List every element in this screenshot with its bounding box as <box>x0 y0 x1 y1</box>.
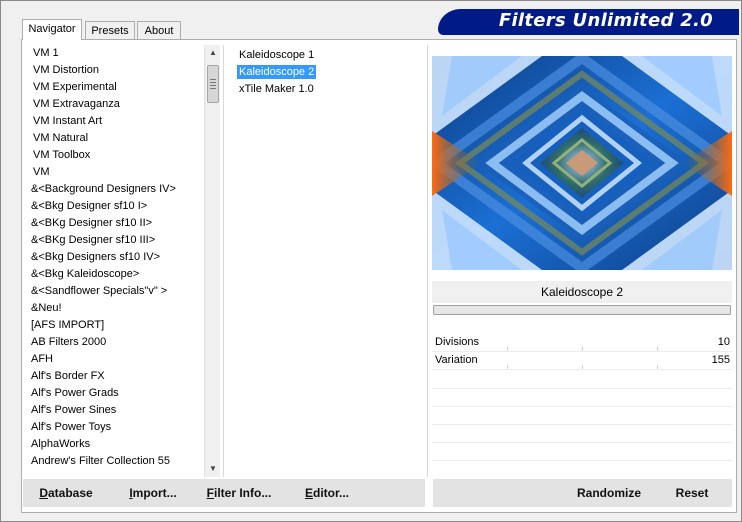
category-item[interactable]: VM Experimental <box>28 79 204 96</box>
slider-tick <box>657 365 658 369</box>
slider-tick <box>507 347 508 351</box>
category-item[interactable]: Alf's Power Grads <box>28 385 204 402</box>
grip-line <box>210 88 216 89</box>
category-item[interactable]: &Neu! <box>28 300 204 317</box>
category-item[interactable]: &<Background Designers IV> <box>28 181 204 198</box>
category-item[interactable]: [AFS IMPORT] <box>28 317 204 334</box>
category-item[interactable]: VM <box>28 164 204 181</box>
accelerator-key: D <box>39 486 48 500</box>
category-item[interactable]: VM 1 <box>28 45 204 62</box>
column-divider <box>427 45 428 477</box>
category-item[interactable]: VM Instant Art <box>28 113 204 130</box>
category-list[interactable]: VM 1 VM Distortion VM Experimental VM Extra… <box>28 45 204 477</box>
category-item[interactable]: VM Toolbox <box>28 147 204 164</box>
empty-param-row <box>432 406 732 407</box>
category-item[interactable]: VM Distortion <box>28 62 204 79</box>
button-label: mport... <box>132 486 177 500</box>
param-value[interactable]: 155 <box>712 354 730 366</box>
slider-tick <box>507 365 508 369</box>
slider-tick <box>582 365 583 369</box>
category-item[interactable]: &<Bkg Designers sf10 IV> <box>28 249 204 266</box>
empty-param-row <box>432 424 732 425</box>
category-item[interactable]: AlphaWorks <box>28 436 204 453</box>
tab-presets[interactable]: Presets <box>85 21 135 40</box>
filter-item-label: Kaleidoscope 1 <box>239 49 315 61</box>
category-item[interactable]: VM Extravaganza <box>28 96 204 113</box>
category-item[interactable]: Andrew's Filter Collection 55 <box>28 453 204 470</box>
category-scrollbar[interactable]: ▲ ▼ <box>204 45 220 477</box>
category-item[interactable]: &<Sandflower Specials"v" > <box>28 283 204 300</box>
category-item[interactable]: Alf's Power Sines <box>28 402 204 419</box>
editor-button[interactable]: Editor... <box>299 480 355 506</box>
scroll-up-arrow-icon[interactable]: ▲ <box>205 45 221 61</box>
category-item[interactable]: &<Bkg Designer sf10 I> <box>28 198 204 215</box>
filter-item[interactable]: xTile Maker 1.0 <box>234 81 414 98</box>
empty-param-row <box>432 388 732 389</box>
category-item[interactable]: VM Natural <box>28 130 204 147</box>
kaleidoscope-preview-image <box>432 56 732 270</box>
button-label: atabase <box>47 486 93 500</box>
button-label: ilter Info... <box>214 486 272 500</box>
app-title: Filters Unlimited 2.0 <box>498 10 713 31</box>
category-item[interactable]: &<Bkg Kaleidoscope> <box>28 266 204 283</box>
randomize-button[interactable]: Randomize <box>569 480 649 506</box>
grip-line <box>210 85 216 86</box>
button-label: ditor... <box>313 486 349 500</box>
category-item[interactable]: &<BKg Designer sf10 II> <box>28 215 204 232</box>
progress-bar <box>433 305 731 315</box>
selected-filter-name: Kaleidoscope 2 <box>432 281 732 303</box>
tab-navigator[interactable]: Navigator <box>22 19 82 40</box>
filter-item-label: Kaleidoscope 2 <box>237 65 317 79</box>
slider-tick <box>657 347 658 351</box>
param-value[interactable]: 10 <box>718 336 730 348</box>
scroll-thumb[interactable] <box>207 65 219 103</box>
slider-tick <box>582 347 583 351</box>
filter-list[interactable]: Kaleidoscope 1 Kaleidoscope 2 xTile Maker … <box>234 47 414 98</box>
grip-line <box>210 82 216 83</box>
database-button[interactable]: Database <box>31 480 101 506</box>
category-item[interactable]: Alf's Border FX <box>28 368 204 385</box>
filter-item[interactable]: Kaleidoscope 2 <box>234 64 414 81</box>
category-item[interactable]: Alf's Power Toys <box>28 419 204 436</box>
filter-item-label: xTile Maker 1.0 <box>239 83 314 95</box>
category-item[interactable]: &<BKg Designer sf10 III> <box>28 232 204 249</box>
param-name: Variation <box>435 354 478 366</box>
empty-param-row <box>432 442 732 443</box>
filter-item[interactable]: Kaleidoscope 1 <box>234 47 414 64</box>
accelerator-key: E <box>304 486 313 500</box>
tab-about[interactable]: About <box>137 21 181 40</box>
filter-info-button[interactable]: Filter Info... <box>201 480 277 506</box>
reset-button[interactable]: Reset <box>667 480 717 506</box>
import-button[interactable]: Import... <box>121 480 185 506</box>
category-item[interactable]: AB Filters 2000 <box>28 334 204 351</box>
category-item[interactable]: AFH <box>28 351 204 368</box>
scroll-down-arrow-icon[interactable]: ▼ <box>205 461 221 477</box>
param-row-divisions[interactable]: Divisions 10 <box>432 335 732 352</box>
preview-area <box>432 56 732 270</box>
column-divider <box>223 45 224 477</box>
accelerator-key: F <box>206 486 214 500</box>
param-name: Divisions <box>435 336 480 348</box>
param-row-variation[interactable]: Variation 155 <box>432 353 732 370</box>
filters-unlimited-window: Navigator Presets About Filters Unlimite… <box>0 0 742 522</box>
grip-line <box>210 79 216 80</box>
title-banner: Filters Unlimited 2.0 <box>438 9 739 35</box>
empty-param-row <box>432 460 732 461</box>
